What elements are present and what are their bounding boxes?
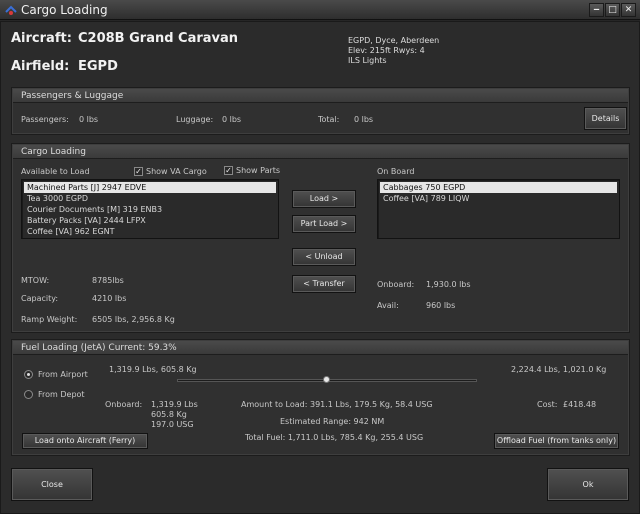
available-to-load-label: Available to Load (21, 167, 90, 176)
app-icon (5, 5, 17, 15)
ok-button[interactable]: Ok (547, 468, 629, 501)
part-load-button[interactable]: Part Load > (292, 215, 356, 233)
list-item[interactable]: Cabbages 750 EGPD (380, 182, 617, 193)
passengers-value: 0 lbs (79, 115, 99, 124)
cargo-panel-header: Cargo Loading (13, 145, 628, 159)
list-item[interactable]: Battery Packs [VA] 2444 LFPX (24, 215, 276, 226)
load-button[interactable]: Load > (292, 190, 356, 208)
total-fuel: Total Fuel: 1,711.0 Lbs, 785.4 Kg, 255.4… (245, 433, 424, 442)
passengers-panel-title: Passengers & Luggage (21, 91, 124, 101)
airfield-info-line: ILS Lights (348, 56, 387, 65)
amount-to-load: Amount to Load: 391.1 Lbs, 179.5 Kg, 58.… (241, 400, 433, 409)
fuel-cost-value: £418.48 (563, 400, 597, 409)
total-value: 0 lbs (354, 115, 374, 124)
from-airport-label: From Airport (38, 370, 88, 379)
fuel-onboard-line: 605.8 Kg (151, 410, 187, 419)
airfield-label: Airfield: (11, 59, 70, 74)
airfield-info-line: EGPD, Dyce, Aberdeen (348, 36, 440, 45)
from-airport-radio[interactable] (24, 370, 33, 379)
transfer-button[interactable]: < Transfer (292, 275, 356, 293)
show-va-cargo-checkbox[interactable]: ✓ (134, 167, 143, 176)
fuel-onboard-line: 1,319.9 Lbs (151, 400, 198, 409)
list-item[interactable]: Coffee [VA] 789 LIQW (380, 193, 617, 204)
fuel-panel: Fuel Loading (JetA) Current: 59.3% From … (11, 339, 630, 456)
cargo-panel-title: Cargo Loading (21, 147, 86, 157)
window-title: Cargo Loading (21, 3, 108, 17)
onboard-weight-value: 1,930.0 lbs (426, 280, 471, 289)
available-cargo-list[interactable]: Machined Parts [J] 2947 EDVE Tea 3000 EG… (21, 179, 279, 239)
onboard-cargo-list[interactable]: Cabbages 750 EGPD Coffee [VA] 789 LIQW (377, 179, 620, 239)
details-button[interactable]: Details (584, 107, 627, 130)
list-item[interactable]: Tea 3000 EGPD (24, 193, 276, 204)
luggage-label: Luggage: (176, 115, 214, 124)
list-item[interactable]: Courier Documents [M] 319 ENB3 (24, 204, 276, 215)
cargo-panel: Cargo Loading Available to Load ✓ Show V… (11, 143, 630, 333)
aircraft-value: C208B Grand Caravan (78, 31, 239, 46)
airfield-value: EGPD (78, 59, 118, 74)
fuel-cost-label: Cost: (537, 400, 558, 409)
aircraft-label: Aircraft: (11, 31, 72, 46)
maximize-button[interactable]: □ (605, 3, 620, 17)
avail-value: 960 lbs (426, 301, 456, 310)
show-va-cargo-label: Show VA Cargo (146, 167, 207, 176)
fuel-slider-max-label: 2,224.4 Lbs, 1,021.0 Kg (511, 365, 607, 374)
estimated-range: Estimated Range: 942 NM (280, 417, 385, 426)
fuel-panel-title: Fuel Loading (JetA) Current: 59.3% (21, 343, 177, 353)
close-button[interactable]: Close (11, 468, 93, 501)
fuel-onboard-label: Onboard: (105, 400, 143, 409)
luggage-value: 0 lbs (222, 115, 242, 124)
onboard-weight-label: Onboard: (377, 280, 415, 289)
avail-label: Avail: (377, 301, 399, 310)
offload-fuel-button[interactable]: Offload Fuel (from tanks only) (494, 433, 619, 449)
fuel-panel-header: Fuel Loading (JetA) Current: 59.3% (13, 341, 628, 355)
fuel-slider[interactable] (177, 376, 477, 386)
from-depot-label: From Depot (38, 390, 85, 399)
capacity-value: 4210 lbs (92, 294, 127, 303)
airfield-info: EGPD, Dyce, Aberdeen Elev: 215ft Rwys: 4… (348, 36, 439, 66)
fuel-slider-thumb[interactable] (323, 376, 330, 383)
list-item[interactable]: Coffee [VA] 962 EGNT (24, 226, 276, 237)
on-board-label: On Board (377, 167, 415, 176)
unload-button[interactable]: < Unload (292, 248, 356, 266)
load-fuel-button[interactable]: Load onto Aircraft (Ferry) (22, 433, 148, 449)
fuel-onboard-values: 1,319.9 Lbs 605.8 Kg 197.0 USG (151, 400, 198, 430)
total-label: Total: (318, 115, 340, 124)
fuel-slider-min-label: 1,319.9 Lbs, 605.8 Kg (109, 365, 197, 374)
ramp-weight-value: 6505 lbs, 2,956.8 Kg (92, 315, 175, 324)
passengers-label: Passengers: (21, 115, 69, 124)
list-item[interactable]: Machined Parts [J] 2947 EDVE (24, 182, 276, 193)
ramp-weight-label: Ramp Weight: (21, 315, 78, 324)
mtow-value: 8785lbs (92, 276, 124, 285)
passengers-panel: Passengers & Luggage Passengers: 0 lbs L… (11, 87, 630, 135)
show-parts-checkbox[interactable]: ✓ (224, 166, 233, 175)
passengers-panel-header: Passengers & Luggage (13, 89, 628, 103)
fuel-onboard-line: 197.0 USG (151, 420, 194, 429)
mtow-label: MTOW: (21, 276, 50, 285)
capacity-label: Capacity: (21, 294, 59, 303)
title-bar[interactable]: Cargo Loading ‒ □ ✕ (0, 0, 640, 20)
show-parts-label: Show Parts (236, 166, 281, 175)
close-window-button[interactable]: ✕ (621, 3, 636, 17)
airfield-info-line: Elev: 215ft Rwys: 4 (348, 46, 425, 55)
from-depot-radio[interactable] (24, 390, 33, 399)
minimize-button[interactable]: ‒ (589, 3, 604, 17)
